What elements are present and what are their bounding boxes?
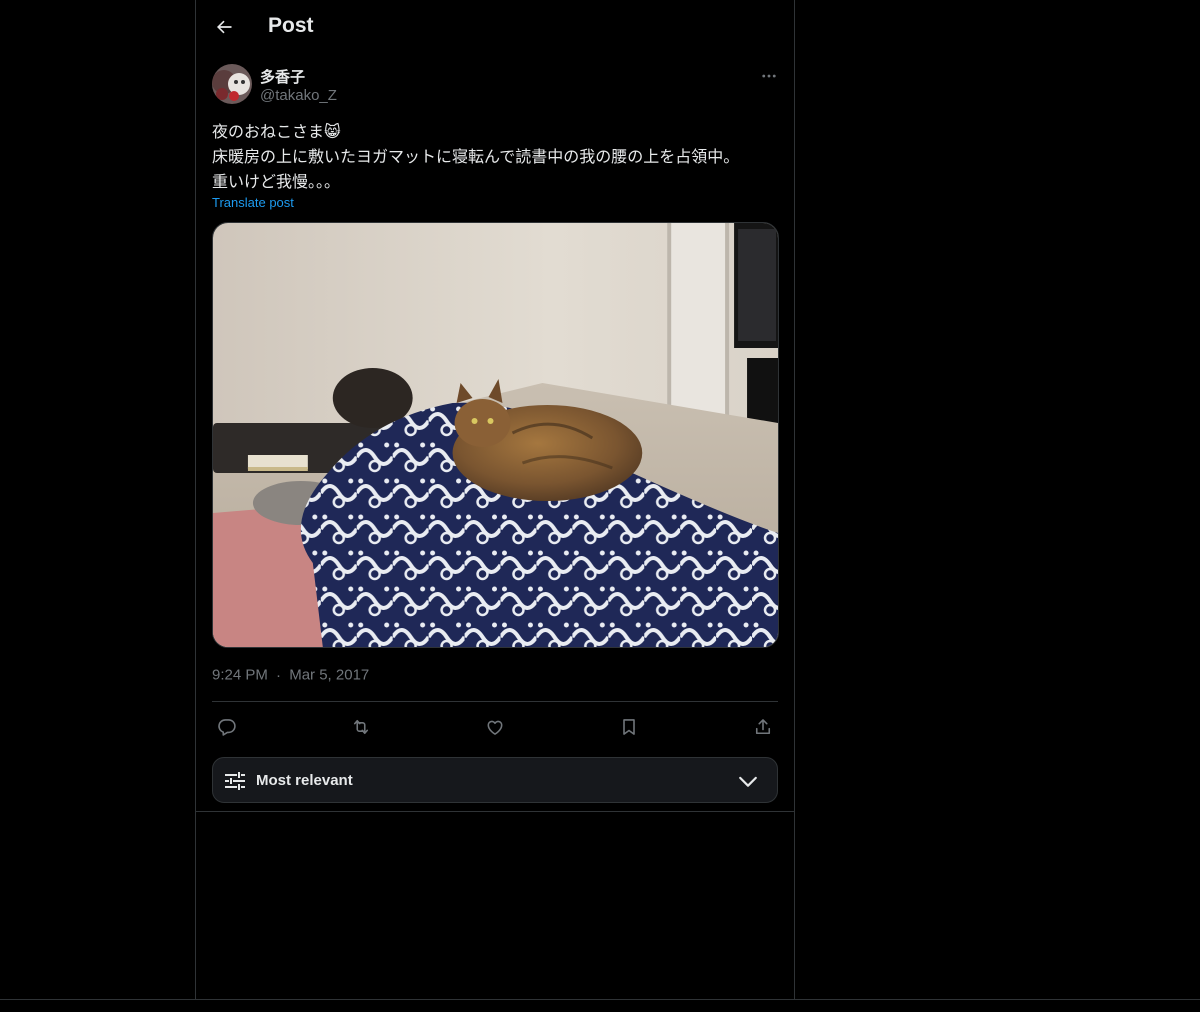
reply-button[interactable] [212, 712, 242, 742]
sort-replies-dropdown[interactable]: Most relevant [212, 757, 778, 803]
page-header: Post [196, 0, 794, 54]
author-name[interactable]: 多香子 [260, 66, 305, 87]
repost-button[interactable] [346, 712, 376, 742]
repost-icon [353, 719, 369, 735]
like-button[interactable] [480, 712, 510, 742]
page-title: Post [268, 14, 314, 37]
bottom-divider [0, 999, 1200, 1000]
timestamp-separator: · [276, 666, 282, 684]
post-timestamp[interactable]: 9:24 PM · Mar 5, 2017 [212, 666, 369, 684]
avatar[interactable] [212, 64, 252, 104]
post-text-line: 重いけど我慢。。。 [212, 172, 341, 191]
translate-post-link[interactable]: Translate post [212, 195, 294, 210]
post-time: 9:24 PM [212, 666, 268, 684]
post-actions [212, 702, 778, 748]
reply-icon [218, 719, 236, 736]
chevron-down-icon [739, 776, 757, 787]
more-icon [762, 74, 776, 78]
post-text-line: 夜のおねこさま😸 [212, 122, 341, 141]
post-text: 夜のおねこさま😸 床暖房の上に敷いたヨガマットに寝転んで読書中の我の腰の上を占領… [212, 119, 782, 194]
share-button[interactable] [748, 712, 778, 742]
like-icon [487, 720, 503, 735]
section-divider [196, 811, 794, 812]
arrow-left-icon [217, 20, 232, 34]
bookmark-icon [623, 719, 635, 735]
post-column: Post 多香子 @takako_Z 夜のおねこさま😸 床暖房の上に敷いたヨガマ… [195, 0, 795, 1000]
share-icon [755, 719, 771, 735]
sort-label: Most relevant [256, 772, 353, 789]
bookmark-button[interactable] [614, 712, 644, 742]
avatar-image [212, 64, 252, 104]
tune-icon [225, 772, 245, 790]
back-button[interactable] [206, 9, 242, 45]
post-author: 多香子 @takako_Z [212, 64, 778, 108]
author-handle[interactable]: @takako_Z [260, 87, 337, 104]
more-options-button[interactable] [754, 64, 784, 88]
post-text-line: 床暖房の上に敷いたヨガマットに寝転んで読書中の我の腰の上を占領中。 [212, 147, 740, 166]
post-photo[interactable] [212, 222, 779, 648]
cat-on-blanket-photo [213, 223, 778, 647]
post-date: Mar 5, 2017 [289, 666, 370, 684]
